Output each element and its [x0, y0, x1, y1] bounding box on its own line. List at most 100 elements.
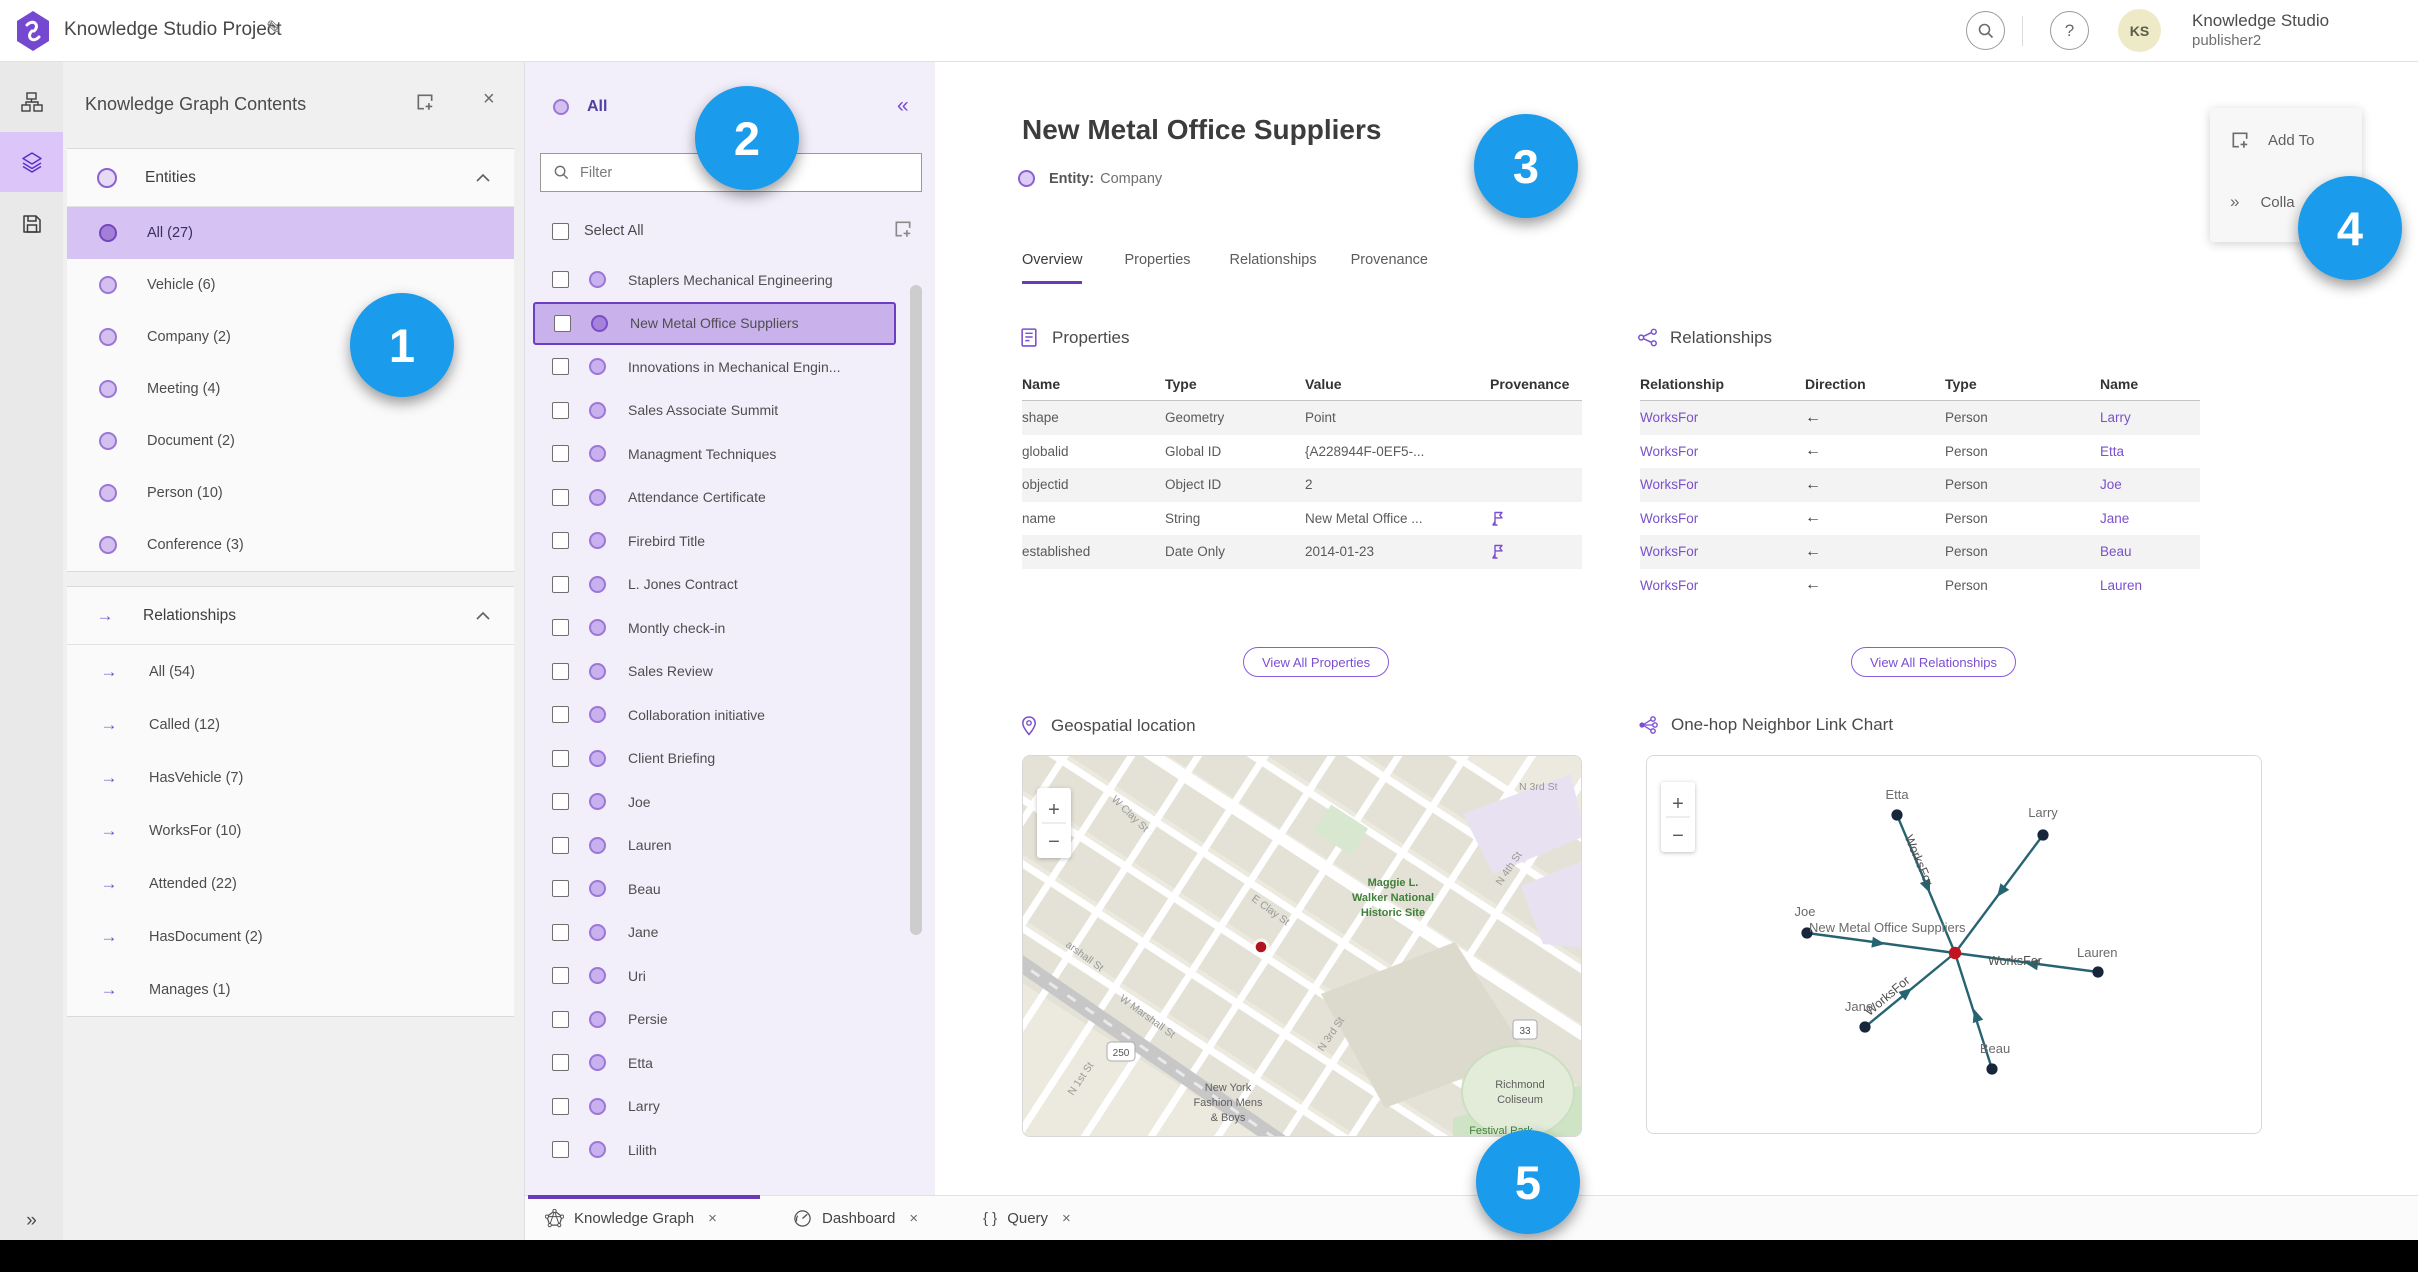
sidebar-item-entity-type[interactable]: All (27) [67, 207, 514, 259]
sidebar-item-entity-type[interactable]: Conference (3) [67, 519, 514, 571]
related-entity-link[interactable]: Jane [2100, 511, 2200, 526]
sidebar-item-save[interactable] [0, 196, 63, 252]
list-item[interactable]: Innovations in Mechanical Engin... [525, 345, 935, 389]
relationship-type-link[interactable]: WorksFor [1640, 444, 1805, 459]
relationship-type-link[interactable]: WorksFor [1640, 477, 1805, 492]
add-to-new-list-icon[interactable] [415, 92, 435, 112]
item-checkbox[interactable] [552, 619, 569, 637]
entities-section-header[interactable]: Entities [67, 149, 514, 207]
close-tab-icon[interactable]: × [1062, 1210, 1071, 1227]
node-beau[interactable] [1986, 1063, 1998, 1075]
relationship-type-link[interactable]: WorksFor [1640, 511, 1805, 526]
node-lauren[interactable] [2092, 966, 2104, 978]
item-checkbox[interactable] [552, 967, 569, 985]
sidebar-item-relationship-type[interactable]: → Manages (1) [67, 963, 514, 1016]
item-checkbox[interactable] [552, 880, 569, 898]
sidebar-item-contents[interactable] [0, 132, 63, 192]
item-checkbox[interactable] [552, 575, 569, 593]
item-checkbox[interactable] [552, 1010, 569, 1028]
item-checkbox[interactable] [552, 532, 569, 550]
node-center-company[interactable] [1948, 946, 1962, 960]
list-item[interactable]: Staplers Mechanical Engineering [525, 258, 935, 302]
sidebar-item-relationship-type[interactable]: → WorksFor (10) [67, 804, 514, 857]
sidebar-item-data-model[interactable] [0, 74, 63, 130]
tab-relationships[interactable]: Relationships [1230, 252, 1317, 284]
map-zoom-control[interactable]: + − [1037, 788, 1071, 858]
related-entity-link[interactable]: Joe [2100, 477, 2200, 492]
item-checkbox[interactable] [552, 836, 569, 854]
list-item[interactable]: Persie [525, 998, 935, 1042]
tab-properties[interactable]: Properties [1124, 252, 1190, 284]
tab-dashboard[interactable]: Dashboard × [793, 1196, 918, 1241]
list-item[interactable]: Uri [525, 954, 935, 998]
item-checkbox[interactable] [552, 1054, 569, 1072]
item-checkbox[interactable] [552, 1141, 569, 1159]
node-jane[interactable] [1859, 1021, 1871, 1033]
provenance-lineage-icon[interactable] [1490, 510, 1582, 527]
item-checkbox[interactable] [552, 445, 569, 463]
close-panel-icon[interactable]: × [483, 88, 495, 111]
sidebar-item-relationship-type[interactable]: → All (54) [67, 645, 514, 698]
item-checkbox[interactable] [552, 923, 569, 941]
close-tab-icon[interactable]: × [708, 1210, 717, 1227]
add-to-new-list-icon[interactable] [893, 219, 913, 239]
item-checkbox[interactable] [552, 793, 569, 811]
tab-overview[interactable]: Overview [1022, 252, 1083, 284]
add-to-menu-item[interactable]: Add To [2210, 118, 2362, 162]
help-button[interactable]: ? [2050, 11, 2089, 50]
relationships-section-header[interactable]: → Relationships [67, 587, 514, 645]
relationship-type-link[interactable]: WorksFor [1640, 544, 1805, 559]
tab-provenance[interactable]: Provenance [1351, 252, 1428, 284]
node-larry[interactable] [2037, 829, 2049, 841]
sidebar-item-entity-type[interactable]: Vehicle (6) [67, 259, 514, 311]
sidebar-item-relationship-type[interactable]: → HasVehicle (7) [67, 751, 514, 804]
provenance-lineage-icon[interactable] [1490, 543, 1582, 560]
list-item[interactable]: Joe [525, 780, 935, 824]
list-item[interactable]: Lilith [525, 1128, 935, 1172]
list-item[interactable]: Client Briefing [525, 737, 935, 781]
avatar[interactable]: KS [2118, 9, 2161, 52]
type-filter[interactable]: All [553, 98, 607, 116]
list-item[interactable]: Sales Associate Summit [525, 389, 935, 433]
list-item[interactable]: Beau [525, 867, 935, 911]
item-checkbox[interactable] [552, 488, 569, 506]
related-entity-link[interactable]: Beau [2100, 544, 2200, 559]
close-tab-icon[interactable]: × [909, 1210, 918, 1227]
list-item[interactable]: Attendance Certificate [525, 476, 935, 520]
item-checkbox[interactable] [552, 749, 569, 767]
list-item[interactable]: L. Jones Contract [525, 563, 935, 607]
expand-rail-icon[interactable]: » [0, 1210, 63, 1232]
list-item[interactable]: Jane [525, 911, 935, 955]
search-button[interactable] [1966, 11, 2005, 50]
list-item[interactable]: New Metal Office Suppliers [533, 301, 896, 345]
node-etta[interactable] [1891, 809, 1903, 821]
list-item[interactable]: Etta [525, 1041, 935, 1085]
item-checkbox[interactable] [552, 271, 569, 289]
scrollbar[interactable] [910, 285, 922, 935]
related-entity-link[interactable]: Lauren [2100, 578, 2200, 593]
tab-query[interactable]: { } Query × [983, 1196, 1071, 1241]
sidebar-item-entity-type[interactable]: Document (2) [67, 415, 514, 467]
item-checkbox[interactable] [552, 706, 569, 724]
sidebar-item-relationship-type[interactable]: → HasDocument (2) [67, 910, 514, 963]
related-entity-link[interactable]: Etta [2100, 444, 2200, 459]
tab-knowledge-graph[interactable]: Knowledge Graph × [545, 1196, 717, 1241]
select-all-checkbox[interactable] [552, 222, 569, 240]
item-checkbox[interactable] [554, 314, 571, 332]
item-checkbox[interactable] [552, 1097, 569, 1115]
relationship-type-link[interactable]: WorksFor [1640, 578, 1805, 593]
link-chart-canvas[interactable]: WorksFor WorksFor WorksFor Etta Larry Jo… [1647, 756, 2262, 1134]
relationship-type-link[interactable]: WorksFor [1640, 410, 1805, 425]
item-checkbox[interactable] [552, 358, 569, 376]
edit-title-icon[interactable]: ✎ [266, 17, 282, 40]
list-item[interactable]: Larry [525, 1085, 935, 1129]
list-item[interactable]: Montly check-in [525, 606, 935, 650]
list-item[interactable]: Managment Techniques [525, 432, 935, 476]
view-all-relationships-button[interactable]: View All Relationships [1851, 647, 2016, 677]
account-info[interactable]: Knowledge Studio publisher2 [2192, 11, 2329, 51]
list-item[interactable]: Firebird Title [525, 519, 935, 563]
view-all-properties-button[interactable]: View All Properties [1243, 647, 1390, 677]
list-item[interactable]: Lauren [525, 824, 935, 868]
item-checkbox[interactable] [552, 662, 569, 680]
sidebar-item-relationship-type[interactable]: → Called (12) [67, 698, 514, 751]
